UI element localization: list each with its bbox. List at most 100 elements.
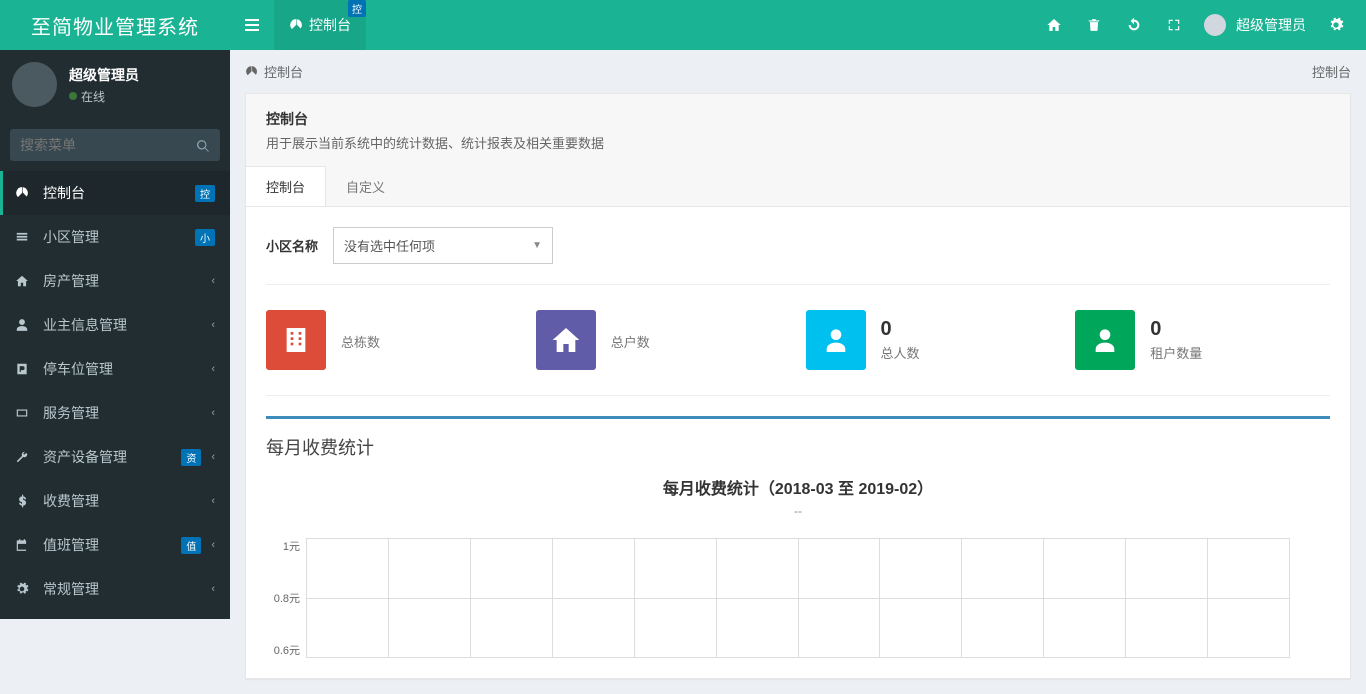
dashboard-icon (289, 18, 303, 32)
stat-label: 租户数量 (1150, 343, 1202, 362)
sidebar-item-8[interactable]: 值班管理 值‹ (0, 523, 230, 567)
chart-column (552, 538, 634, 658)
chart-column (961, 538, 1043, 658)
stat-value: 0 (881, 318, 920, 341)
cog-icon (15, 582, 33, 596)
sidebar-item-1[interactable]: 小区管理 小 (0, 215, 230, 259)
breadcrumb-current: 控制台 (264, 62, 303, 81)
sidebar-username: 超级管理员 (69, 65, 139, 85)
tab-custom[interactable]: 自定义 (326, 167, 405, 206)
sidebar-menu: 控制台 控 小区管理 小 房产管理 ‹ 业主信息管理 ‹ 停车位管理 ‹ 服务管… (0, 171, 230, 619)
sidebar-item-6[interactable]: 资产设备管理 资‹ (0, 435, 230, 479)
chevron-left-icon: ‹ (211, 407, 215, 419)
trash-button[interactable] (1074, 0, 1114, 50)
stat-value: 0 (1150, 318, 1202, 341)
sidebar-item-4[interactable]: 停车位管理 ‹ (0, 347, 230, 391)
menu-label: 值班管理 (43, 535, 171, 555)
y-tick-label: 0.6元 (266, 642, 300, 658)
sidebar-item-2[interactable]: 房产管理 ‹ (0, 259, 230, 303)
fullscreen-button[interactable] (1154, 0, 1194, 50)
stat-text: 0 总人数 (881, 318, 920, 362)
card-subtitle: 用于展示当前系统中的统计数据、统计报表及相关重要数据 (266, 133, 1330, 152)
menu-label: 房产管理 (43, 271, 201, 291)
menu-badge: 控 (195, 185, 215, 202)
sidebar-search (10, 129, 220, 161)
chevron-left-icon: ‹ (211, 539, 215, 551)
chart-area: 每月收费统计（2018-03 至 2019-02） -- 1元0.8元0.6元 (266, 475, 1330, 658)
refresh-icon (1126, 17, 1142, 33)
stat-label: 总栋数 (341, 332, 380, 351)
header-tab-badge: 控 (348, 0, 366, 17)
person-icon (806, 310, 866, 370)
chevron-left-icon: ‹ (211, 319, 215, 331)
chevron-left-icon: ‹ (211, 275, 215, 287)
header-tab-dashboard[interactable]: 控制台 控 (274, 0, 366, 50)
dashboard-icon (15, 186, 33, 200)
tenant-icon (1075, 310, 1135, 370)
chevron-left-icon: ‹ (211, 583, 215, 595)
settings-button[interactable] (1316, 0, 1356, 50)
wrench-icon (15, 450, 33, 464)
menu-label: 小区管理 (43, 227, 185, 247)
breadcrumb: 控制台 控制台 (230, 50, 1366, 93)
menu-badge: 小 (195, 229, 215, 246)
menu-label: 常规管理 (43, 579, 201, 599)
sidebar-toggle-button[interactable] (230, 0, 274, 50)
stat-label: 总人数 (881, 343, 920, 362)
sidebar-item-7[interactable]: 收费管理 ‹ (0, 479, 230, 523)
chart-column (1207, 538, 1290, 658)
avatar-icon (1204, 14, 1226, 36)
community-select[interactable]: 没有选中任何项 ▼ (333, 227, 553, 264)
chevron-left-icon: ‹ (211, 451, 215, 463)
avatar-icon (12, 62, 57, 107)
refresh-button[interactable] (1114, 0, 1154, 50)
chart-column (716, 538, 798, 658)
brand-title: 至简物业管理系统 (0, 11, 230, 40)
sidebar: 超级管理员 在线 控制台 控 小区管理 小 房产管理 ‹ 业主信息管理 ‹ 停车… (0, 50, 230, 619)
bars-icon (245, 18, 259, 32)
chart-section: 每月收费统计 每月收费统计（2018-03 至 2019-02） -- 1元0.… (266, 416, 1330, 658)
gears-icon (1328, 17, 1344, 33)
trash-icon (1087, 17, 1101, 33)
sidebar-item-5[interactable]: 服务管理 ‹ (0, 391, 230, 435)
header-user-menu[interactable]: 超级管理员 (1194, 14, 1316, 36)
stat-item-2: 0 总人数 (806, 310, 1061, 370)
sidebar-item-0[interactable]: 控制台 控 (0, 171, 230, 215)
expand-icon (1167, 18, 1181, 32)
tab-dashboard[interactable]: 控制台 (246, 166, 326, 206)
stat-item-3: 0 租户数量 (1075, 310, 1330, 370)
card-title: 控制台 (266, 109, 1330, 129)
select-placeholder: 没有选中任何项 (344, 236, 435, 255)
sidebar-item-10[interactable]: 权限管理 ‹ (0, 611, 230, 619)
chart-title: 每月收费统计（2018-03 至 2019-02） (266, 475, 1330, 499)
filter-label: 小区名称 (266, 236, 318, 255)
dashboard-icon (245, 65, 258, 78)
sidebar-user-info: 超级管理员 在线 (69, 65, 139, 105)
filter-row: 小区名称 没有选中任何项 ▼ (266, 227, 1330, 285)
home-icon (1046, 17, 1062, 33)
header-tab-label: 控制台 (309, 15, 351, 35)
menu-label: 服务管理 (43, 403, 201, 423)
stat-label: 总户数 (611, 332, 650, 351)
stats-row: 总栋数 总户数 0 总人数 0 租户数量 (266, 285, 1330, 396)
home-button[interactable] (1034, 0, 1074, 50)
card-header: 控制台 用于展示当前系统中的统计数据、统计报表及相关重要数据 (245, 93, 1351, 167)
list-icon (15, 230, 33, 244)
chart-column (1125, 538, 1207, 658)
search-button[interactable] (186, 129, 220, 163)
panel-body: 小区名称 没有选中任何项 ▼ 总栋数 总户数 0 总人数 (245, 207, 1351, 679)
user-icon (15, 318, 33, 332)
chart-column (879, 538, 961, 658)
service-icon (15, 406, 33, 420)
breadcrumb-right: 控制台 (1312, 62, 1351, 81)
chart-y-axis: 1元0.8元0.6元 (266, 538, 306, 658)
home-icon (536, 310, 596, 370)
chart-column (1043, 538, 1125, 658)
sidebar-item-3[interactable]: 业主信息管理 ‹ (0, 303, 230, 347)
online-dot-icon (69, 92, 77, 100)
y-tick-label: 1元 (266, 538, 300, 554)
top-header: 至简物业管理系统 控制台 控 超级管理员 (0, 0, 1366, 50)
content: 控制台 控制台 控制台 用于展示当前系统中的统计数据、统计报表及相关重要数据 控… (230, 50, 1366, 679)
building-icon (266, 310, 326, 370)
sidebar-item-9[interactable]: 常规管理 ‹ (0, 567, 230, 611)
